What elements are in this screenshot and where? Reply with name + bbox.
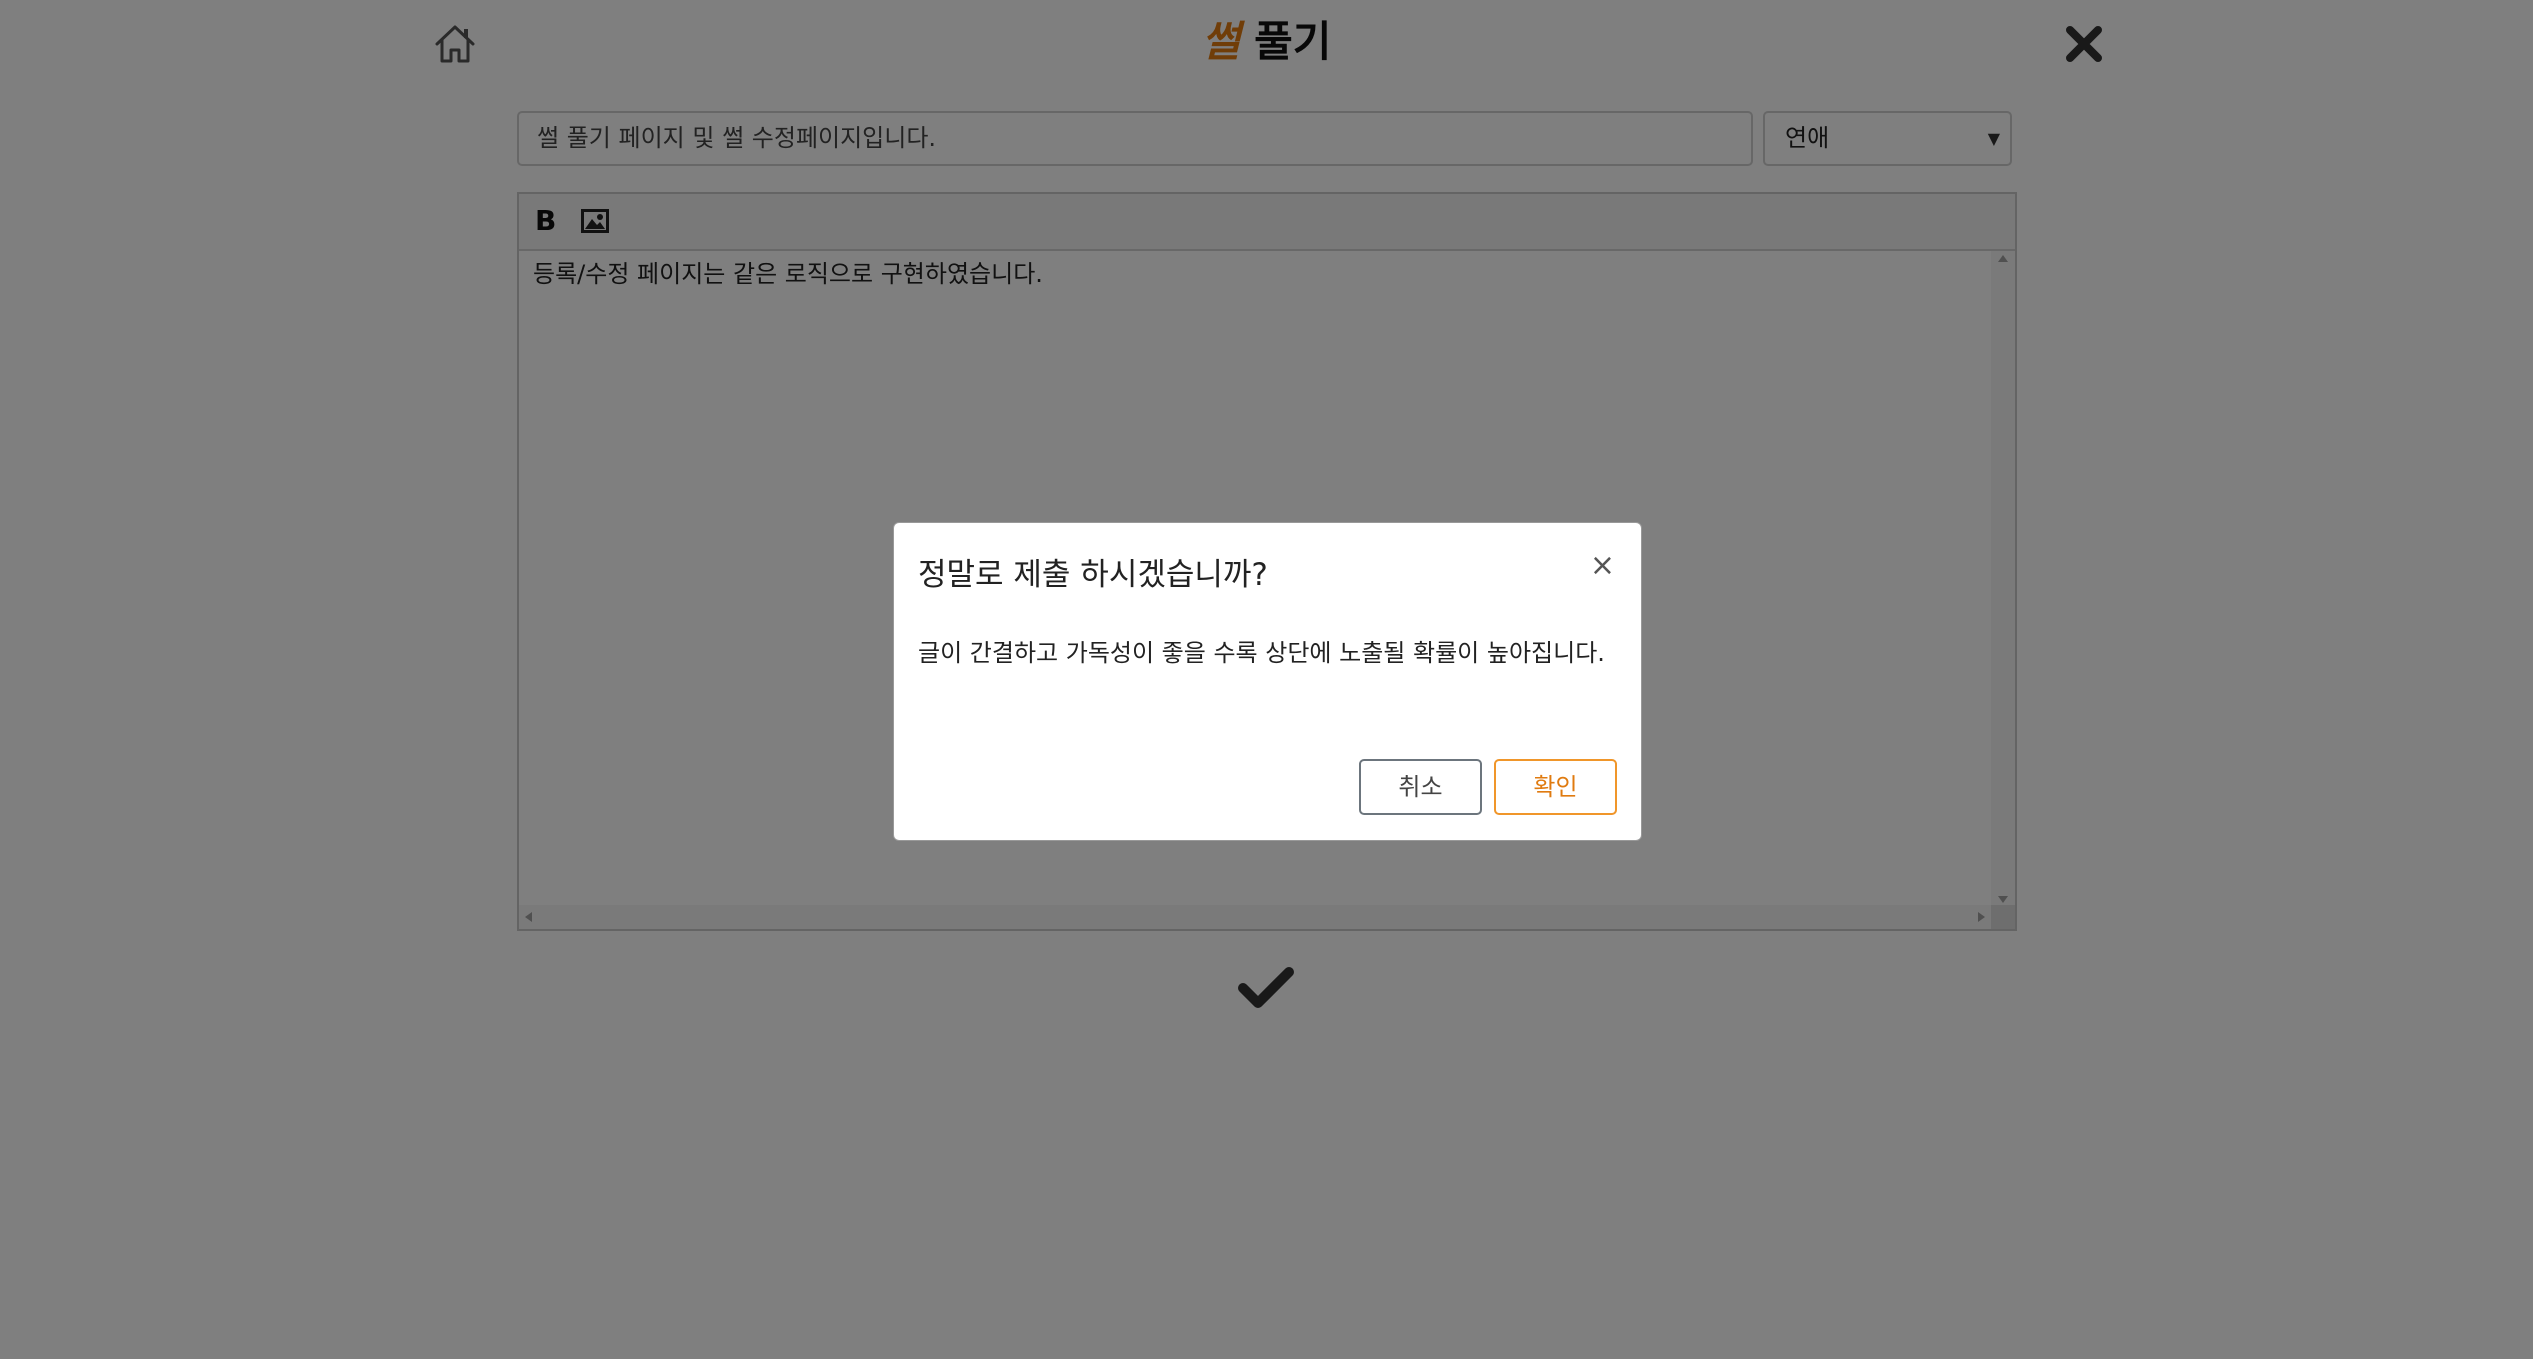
- cancel-button[interactable]: 취소: [1359, 759, 1482, 815]
- dialog-close-icon[interactable]: ×: [1590, 551, 1615, 581]
- dialog-message: 글이 간결하고 가독성이 좋을 수록 상단에 노출될 확률이 높아집니다.: [918, 639, 1605, 667]
- confirm-button[interactable]: 확인: [1494, 759, 1617, 815]
- write-page: 썰풀기 썰 풀기 페이지 및 썰 수정페이지입니다. 연애 ▼ B 등록/수정 …: [0, 0, 2533, 1359]
- confirm-submit-dialog: 정말로 제출 하시겠습니까? × 글이 간결하고 가독성이 좋을 수록 상단에 …: [893, 522, 1642, 841]
- dialog-title: 정말로 제출 하시겠습니까?: [918, 557, 1268, 593]
